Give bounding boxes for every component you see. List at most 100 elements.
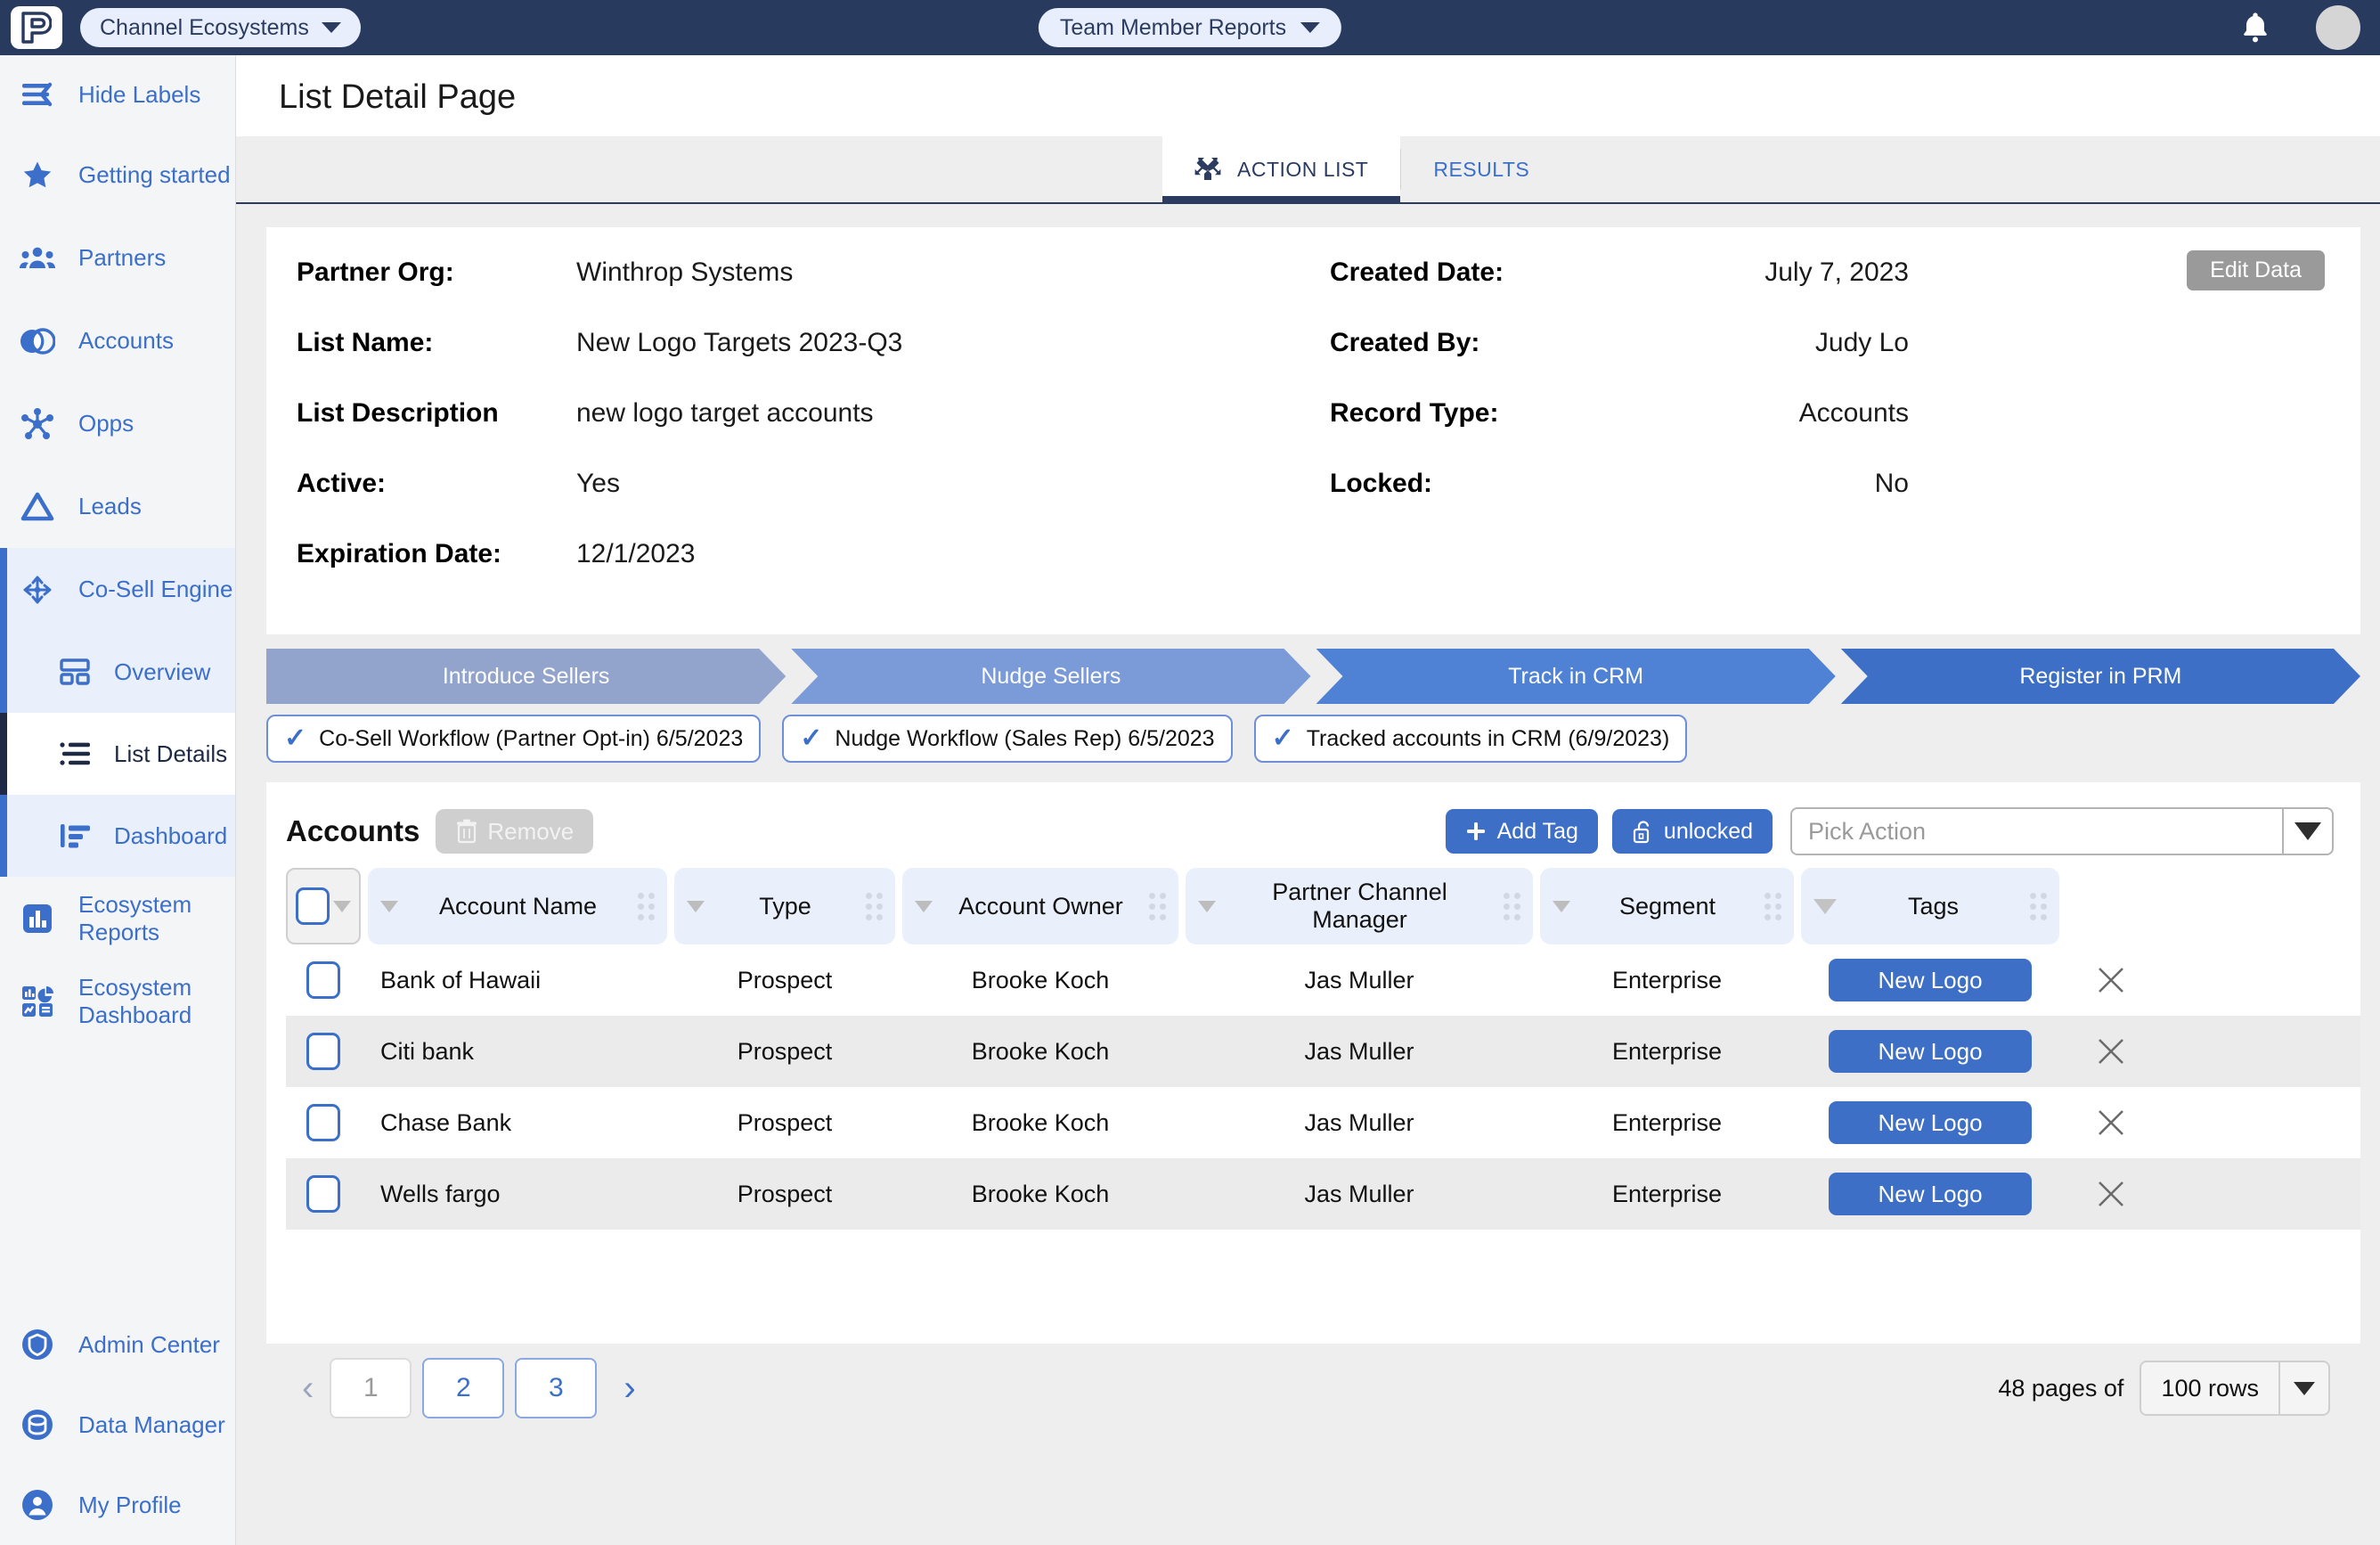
chip-nudge-workflow[interactable]: ✓ Nudge Workflow (Sales Rep) 6/5/2023 [782, 715, 1233, 763]
select-all-checkbox[interactable] [296, 887, 330, 925]
drag-grip-icon[interactable] [1765, 892, 1781, 920]
select-all-header[interactable] [286, 868, 361, 944]
user-icon [20, 1487, 55, 1523]
filter-triangle-icon[interactable] [1198, 900, 1216, 912]
row-checkbox[interactable] [306, 1104, 340, 1141]
step-nudge-sellers[interactable]: Nudge Sellers [791, 649, 1310, 704]
column-header-partner-channel-manager[interactable]: Partner Channel Manager [1186, 868, 1533, 944]
page-button-3[interactable]: 3 [515, 1358, 598, 1418]
tag-badge[interactable]: New Logo [1829, 1101, 2032, 1144]
remove-row-button[interactable] [2066, 1106, 2156, 1140]
add-tag-button[interactable]: Add Tag [1445, 809, 1598, 854]
step-track-in-crm[interactable]: Track in CRM [1316, 649, 1836, 704]
chevron-down-icon [321, 22, 341, 33]
org-selector[interactable]: Channel Ecosystems [80, 8, 361, 47]
remove-row-button[interactable] [2066, 1034, 2156, 1068]
prm-logo[interactable] [11, 6, 62, 49]
remove-button-label: Remove [487, 817, 575, 845]
table-row[interactable]: Chase Bank Prospect Brooke Koch Jas Mull… [286, 1087, 2360, 1158]
column-header-account-owner[interactable]: Account Owner [902, 868, 1178, 944]
sidebar-item-data-manager[interactable]: Data Manager [0, 1385, 235, 1465]
sidebar-item-co-sell-engine[interactable]: Co-Sell Engine [0, 548, 235, 631]
chip-label: Tracked accounts in CRM (6/9/2023) [1306, 725, 1670, 751]
drag-grip-icon[interactable] [866, 892, 883, 920]
drag-grip-icon[interactable] [1504, 892, 1520, 920]
page-button-1[interactable]: 1 [330, 1358, 412, 1418]
row-select-cell[interactable] [286, 1175, 361, 1213]
list-icon [57, 740, 93, 767]
sidebar-item-leads[interactable]: Leads [0, 465, 235, 548]
pick-action-select[interactable]: Pick Action [1790, 807, 2334, 855]
sidebar-item-accounts[interactable]: Accounts [0, 299, 235, 382]
rows-per-page-select[interactable]: 100 rows [2140, 1361, 2330, 1416]
table-row[interactable]: Wells fargo Prospect Brooke Koch Jas Mul… [286, 1158, 2360, 1230]
sidebar-item-my-profile[interactable]: My Profile [0, 1465, 235, 1545]
row-checkbox[interactable] [306, 1175, 340, 1213]
tab-action-list[interactable]: ACTION LIST [1162, 136, 1401, 204]
rows-per-page-dropdown-toggle[interactable] [2278, 1362, 2328, 1414]
filter-triangle-icon[interactable] [915, 900, 933, 912]
lock-toggle-button[interactable]: unlocked [1611, 809, 1773, 854]
column-header-segment[interactable]: Segment [1540, 868, 1794, 944]
edit-data-button[interactable]: Edit Data [2187, 250, 2325, 290]
sidebar-item-label: List Details [114, 740, 228, 767]
step-register-in-prm[interactable]: Register in PRM [1841, 649, 2360, 704]
sidebar-item-partners[interactable]: Partners [0, 217, 235, 299]
chip-tracked-accounts[interactable]: ✓ Tracked accounts in CRM (6/9/2023) [1253, 715, 1688, 763]
remove-row-button[interactable] [2066, 1177, 2156, 1211]
shield-icon [20, 1327, 55, 1362]
sidebar-item-getting-started[interactable]: Getting started [0, 134, 235, 217]
chevron-left-icon[interactable]: ‹ [286, 1370, 330, 1406]
tag-badge[interactable]: New Logo [1829, 1030, 2032, 1073]
column-header-account-name[interactable]: Account Name [368, 868, 667, 944]
sidebar-toggle-hide-labels[interactable]: Hide Labels [0, 55, 235, 134]
chip-co-sell-workflow[interactable]: ✓ Co-Sell Workflow (Partner Opt-in) 6/5/… [266, 715, 762, 763]
sidebar-item-overview[interactable]: Overview [0, 631, 235, 713]
report-selector-label: Team Member Reports [1059, 14, 1287, 40]
detail-row-active: Active: Yes [297, 469, 1330, 539]
bell-icon[interactable] [2237, 10, 2273, 45]
filter-triangle-icon[interactable] [687, 900, 705, 912]
row-checkbox[interactable] [306, 961, 340, 999]
drag-grip-icon[interactable] [1149, 892, 1166, 920]
chevron-down-icon[interactable] [333, 900, 351, 912]
step-introduce-sellers[interactable]: Introduce Sellers [266, 649, 786, 704]
remove-button[interactable]: Remove [436, 809, 594, 854]
column-header-type[interactable]: Type [674, 868, 895, 944]
sidebar-item-list-details[interactable]: List Details [0, 713, 235, 795]
detail-row-list-name: List Name: New Logo Targets 2023-Q3 [297, 328, 1330, 398]
filter-triangle-icon[interactable] [1814, 898, 1837, 914]
pick-action-dropdown-toggle[interactable] [2282, 809, 2332, 854]
row-select-cell[interactable] [286, 1104, 361, 1141]
column-header-tags[interactable]: Tags [1801, 868, 2059, 944]
row-select-cell[interactable] [286, 1033, 361, 1070]
hide-labels-icon [20, 81, 55, 108]
report-selector[interactable]: Team Member Reports [1038, 8, 1342, 47]
sidebar-item-ecosystem-reports[interactable]: Ecosystem Reports [0, 877, 235, 960]
accounts-table-card: Accounts Remove Add Tag unlocked Pick Ac… [266, 782, 2360, 1344]
sidebar-item-admin-center[interactable]: Admin Center [0, 1304, 235, 1385]
table-row[interactable]: Bank of Hawaii Prospect Brooke Koch Jas … [286, 944, 2360, 1016]
sidebar-item-label: Dashboard [114, 822, 228, 849]
sidebar-item-opps[interactable]: Opps [0, 382, 235, 465]
filter-triangle-icon[interactable] [1553, 900, 1570, 912]
page-button-2[interactable]: 2 [422, 1358, 505, 1418]
pick-action-placeholder: Pick Action [1808, 817, 1927, 845]
cell-tags: New Logo [1801, 1030, 2059, 1073]
tag-badge[interactable]: New Logo [1829, 959, 2032, 1001]
sidebar-item-ecosystem-dashboard[interactable]: Ecosystem Dashboard [0, 960, 235, 1042]
tag-badge[interactable]: New Logo [1829, 1173, 2032, 1215]
remove-row-button[interactable] [2066, 963, 2156, 997]
row-select-cell[interactable] [286, 961, 361, 999]
drag-grip-icon[interactable] [638, 892, 655, 920]
avatar[interactable] [2316, 5, 2360, 50]
cell-tags: New Logo [1801, 1101, 2059, 1144]
chevron-right-icon[interactable]: › [607, 1370, 651, 1406]
tab-results[interactable]: RESULTS [1401, 136, 1561, 202]
sidebar-item-dashboard[interactable]: Dashboard [0, 795, 235, 877]
row-checkbox[interactable] [306, 1033, 340, 1070]
detail-card: Partner Org: Winthrop Systems List Name:… [266, 227, 2360, 634]
table-row[interactable]: Citi bank Prospect Brooke Koch Jas Mulle… [286, 1016, 2360, 1087]
drag-grip-icon[interactable] [2030, 892, 2047, 920]
filter-triangle-icon[interactable] [380, 900, 398, 912]
